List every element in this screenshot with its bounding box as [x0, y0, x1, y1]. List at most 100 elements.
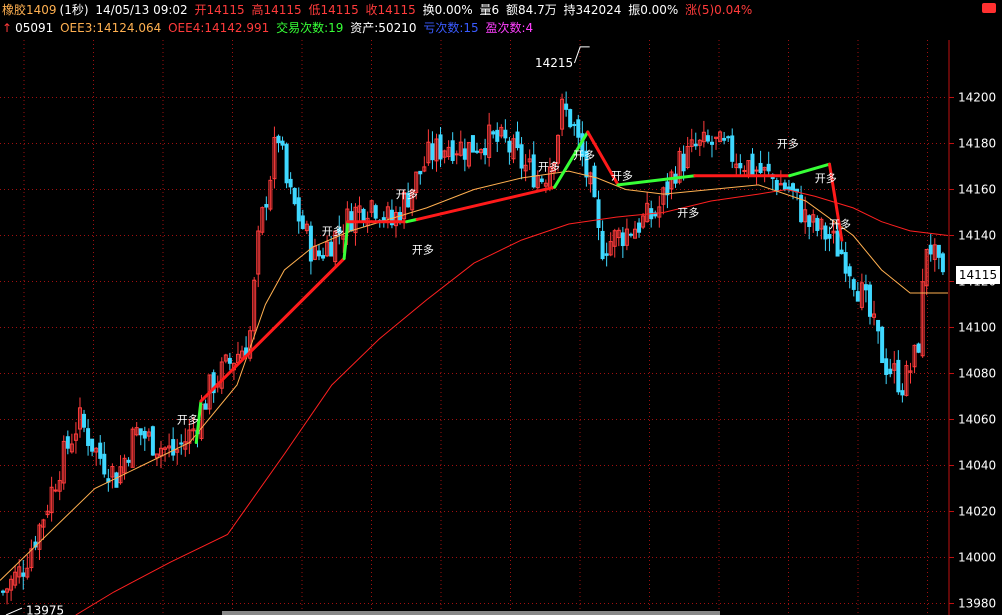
- candle-body: [98, 442, 103, 459]
- candle-body: [462, 148, 467, 160]
- horizontal-scrollbar[interactable]: [222, 611, 720, 615]
- candle-body: [102, 453, 107, 475]
- candle-body: [576, 119, 581, 138]
- settings-icon[interactable]: [982, 3, 996, 13]
- candle-body: [791, 183, 795, 192]
- candle-body: [276, 135, 281, 144]
- candle-body: [693, 143, 698, 147]
- candle-body: [726, 136, 731, 139]
- candle-body: [730, 135, 735, 162]
- candle-body: [430, 143, 435, 161]
- oee3-value: OEE3:14124.064: [60, 21, 162, 35]
- candle-body: [637, 222, 642, 233]
- candle-body: [227, 357, 232, 364]
- symbol-name: 橡胶1409: [2, 3, 57, 17]
- candle-body: [373, 205, 378, 219]
- code-label: 05091: [15, 21, 54, 35]
- candle-body: [722, 137, 727, 141]
- candle-body: [681, 153, 686, 172]
- candle-body: [398, 212, 403, 222]
- candle-body: [284, 143, 289, 184]
- price-tick-label: 14040: [958, 459, 996, 473]
- candle-body: [620, 232, 625, 247]
- candle-body: [308, 225, 313, 262]
- volume-value: 量6: [479, 3, 500, 17]
- candle-body: [936, 244, 941, 258]
- header-row-quote: 橡胶1409 (1秒) 14/05/13 09:02 开14115 高14115 …: [2, 0, 755, 20]
- current-price-tag: 14115: [956, 266, 1000, 284]
- chart-header: 橡胶1409 (1秒) 14/05/13 09:02 开14115 高14115 …: [0, 0, 1002, 40]
- candle-body: [491, 131, 496, 135]
- candle-body: [709, 141, 714, 145]
- hold-value: 持342024: [563, 3, 622, 17]
- max-price-pointer: [574, 46, 590, 64]
- candle-body: [179, 442, 184, 445]
- datetime-label: 14/05/13 09:02: [95, 3, 188, 17]
- candle-body: [742, 169, 747, 172]
- oee3-line: [0, 170, 948, 581]
- candle-body: [150, 426, 155, 456]
- price-chart: 开多开多开多开多开多开多开多开多开多开多开多 13980140001402014…: [0, 40, 996, 615]
- oee4-line: [75, 188, 949, 615]
- candle-body: [738, 163, 743, 169]
- trade-marker-label: 开多: [177, 413, 199, 427]
- candle-body: [572, 124, 577, 127]
- up-arrow-icon: ↑: [2, 21, 13, 35]
- trade-marker-label: 开多: [538, 160, 560, 174]
- trades-count: 交易次数:19: [276, 21, 344, 35]
- chart-grid: [0, 40, 948, 615]
- min-price-pointer: [5, 607, 23, 615]
- candle-body: [531, 154, 536, 188]
- trade-marker-label: 开多: [677, 206, 699, 220]
- candle-body: [604, 253, 609, 256]
- candle-body: [90, 438, 95, 452]
- candle-body: [835, 230, 840, 257]
- min-price-label: 13975: [26, 603, 64, 615]
- candle-body: [280, 140, 285, 146]
- candle-body: [867, 284, 872, 317]
- candle-body: [916, 343, 921, 353]
- candle-body: [507, 140, 512, 153]
- oee4-series-line: [75, 188, 949, 615]
- trade-marker-label: 开多: [611, 169, 633, 183]
- losses-count: 亏次数:15: [423, 21, 479, 35]
- candle-body: [847, 266, 852, 277]
- candle-body: [1, 590, 5, 593]
- candle-body: [450, 140, 455, 161]
- candle-body: [839, 249, 844, 255]
- candle-body: [705, 135, 710, 142]
- candle-body: [564, 103, 569, 110]
- price-tick-label: 14140: [958, 229, 996, 243]
- candle-body: [86, 428, 91, 446]
- candle-body: [321, 255, 326, 259]
- candle-body: [418, 170, 423, 175]
- price-tick-label: 14180: [958, 137, 996, 151]
- trade-segment: [342, 220, 350, 260]
- candle-body: [138, 428, 143, 436]
- candle-body: [863, 284, 868, 291]
- candle-body: [823, 225, 828, 240]
- close-value: 收14115: [365, 3, 416, 17]
- candle-body: [855, 291, 860, 302]
- candle-body: [766, 163, 771, 172]
- candle-body: [126, 459, 131, 463]
- candle-body: [827, 234, 832, 239]
- candle-body: [292, 187, 297, 205]
- price-tick-label: 13980: [958, 597, 996, 611]
- header-row-indicators: ↑ 05091 OEE3:14124.064 OEE4:14142.991 交易次…: [2, 18, 536, 38]
- candle-body: [884, 358, 889, 375]
- candle-body: [171, 439, 176, 456]
- candle-body: [483, 148, 488, 156]
- candle-body: [600, 230, 605, 260]
- trade-marker-label: 开多: [829, 217, 851, 231]
- candle-body: [438, 134, 443, 160]
- trade-marker-label: 开多: [777, 137, 799, 151]
- candle-body: [495, 129, 500, 142]
- candle-body: [896, 359, 901, 393]
- assets-value: 资产:50210: [350, 21, 417, 35]
- trade-marker-label: 开多: [396, 187, 418, 201]
- candle-body: [114, 472, 119, 488]
- price-tick-label: 14080: [958, 367, 996, 381]
- candle-body: [296, 197, 301, 222]
- candle-body: [758, 162, 763, 173]
